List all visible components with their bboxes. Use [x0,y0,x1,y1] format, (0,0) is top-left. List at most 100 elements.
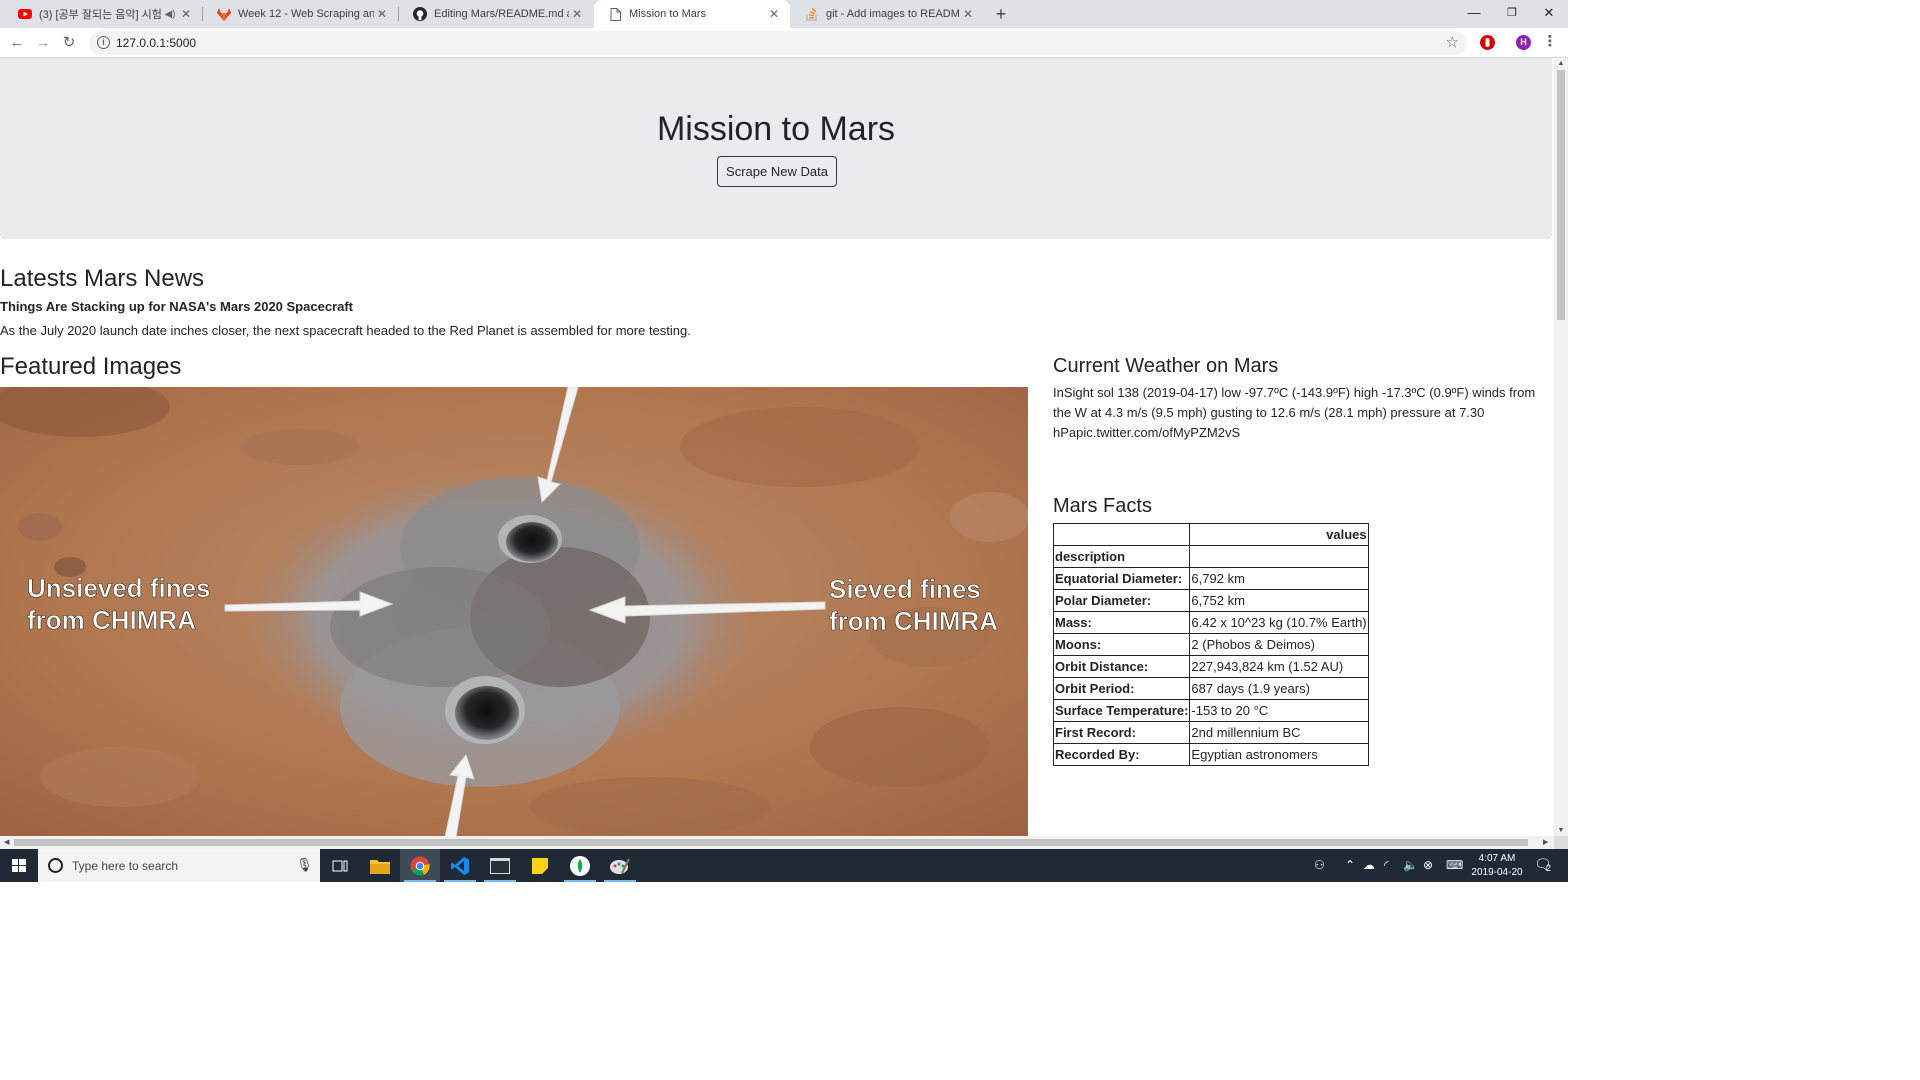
fact-value: 2 (Phobos & Deimos) [1189,633,1369,656]
profile-avatar[interactable]: H [1516,35,1531,50]
task-view-icon[interactable] [320,849,360,882]
page-icon [608,7,622,21]
onedrive-icon[interactable]: ☁ [1363,858,1375,872]
browser-tab-github[interactable]: Editing Mars/README.md at ma ✕ [399,0,593,28]
weather-text: InSight sol 138 (2019-04-17) low -97.7ºC… [1053,385,1536,440]
extension-icon[interactable] [1480,35,1495,50]
close-tab-icon[interactable]: ✕ [569,7,585,21]
fact-value: 2nd millennium BC [1189,721,1369,744]
facts-table: values description Equatorial Diameter: 6… [1052,523,1369,766]
fact-value: 6,792 km [1189,567,1369,590]
ime-icon[interactable]: ⌨ [1446,858,1463,872]
scroll-left-icon[interactable]: ◀ [4,836,9,849]
tab-title: Mission to Mars [629,8,707,20]
kebab-menu-icon[interactable]: ⋮ [1541,34,1559,50]
close-tab-icon[interactable]: ✕ [374,7,390,21]
browser-tab-mission-to-mars[interactable]: Mission to Mars ✕ [594,0,790,28]
minimize-icon[interactable]: — [1455,0,1493,28]
scroll-up-icon[interactable]: ▲ [1554,60,1568,67]
fact-value: 6,752 km [1189,589,1369,612]
featured-label-left-1: Unsieved fines [27,573,211,603]
scrape-new-data-button[interactable]: Scrape New Data [717,156,837,187]
terminal-icon[interactable] [480,849,520,882]
sticky-notes-icon[interactable] [520,849,560,882]
news-body: As the July 2020 launch date inches clos… [0,323,691,338]
search-placeholder[interactable]: Type here to search [72,859,178,873]
paint-icon[interactable] [600,849,640,882]
info-icon[interactable]: i [97,36,110,49]
cortana-icon [48,858,63,873]
reload-icon[interactable]: ↻ [58,32,80,54]
taskbar-search-box[interactable]: Type here to search 🎙 [38,849,320,882]
wifi-icon[interactable]: ◜ [1384,858,1389,872]
people-icon[interactable]: ⚇ [1314,858,1325,872]
browser-tab-gitlab[interactable]: Week 12 - Web Scraping and Do ✕ [203,0,398,28]
table-row: Surface Temperature: -153 to 20 °C [1052,699,1369,722]
new-tab-icon[interactable]: + [990,3,1012,25]
scrollbar-thumb[interactable] [14,839,1528,846]
chrome-icon[interactable] [400,849,440,882]
windows-start-icon[interactable] [0,849,38,882]
table-row: Equatorial Diameter: 6,792 km [1052,567,1369,590]
fact-value: 227,943,824 km (1.52 AU) [1189,655,1369,678]
url-text[interactable]: 127.0.0.1:5000 [116,36,196,50]
fact-value: 6.42 x 10^23 kg (10.7% Earth) [1189,611,1369,634]
security-icon[interactable]: ⊗ [1423,858,1433,872]
back-icon[interactable]: ← [6,32,28,54]
table-row: Moons: 2 (Phobos & Deimos) [1052,633,1369,656]
youtube-icon [18,7,32,21]
horizontal-scrollbar[interactable]: ◀ ▶ [0,836,1554,849]
close-tab-icon[interactable]: ✕ [178,7,194,21]
news-heading: Latests Mars News [0,265,205,292]
table-header-values: values [1189,523,1369,546]
fact-label: Mass: [1052,611,1191,634]
speaker-icon[interactable]: ◀) [162,9,178,20]
featured-label-right-2: from CHIMRA [829,606,998,636]
windows-taskbar: Type here to search 🎙 ⚇ ⌃ ☁ ◜ 🔈 ⊗ ⌨ 4:07… [0,849,1568,882]
browser-tab-stackoverflow[interactable]: git - Add images to README.md ✕ [791,0,984,28]
taskbar-clock[interactable]: 4:07 AM 2019-04-20 [1468,852,1526,880]
tab-title: Editing Mars/README.md at ma [434,8,569,20]
scrollbar-thumb[interactable] [1557,70,1565,320]
browser-tab-youtube[interactable]: (3) [공부 잘되는 음악] 시험 공 ◀) ✕ [4,0,202,28]
fact-label: Polar Diameter: [1052,589,1191,612]
bookmark-star-icon[interactable]: ☆ [1446,33,1459,51]
fact-label: Orbit Distance: [1052,655,1191,678]
stackoverflow-icon [805,7,819,21]
close-tab-icon[interactable]: ✕ [766,7,782,21]
clock-time: 4:07 AM [1478,853,1516,864]
file-explorer-icon[interactable] [360,849,400,882]
fact-label: Orbit Period: [1052,677,1191,700]
volume-icon[interactable]: 🔈 [1403,858,1418,872]
table-header-blank [1052,523,1191,546]
address-bar[interactable]: i 127.0.0.1:5000 ☆ [89,31,1467,55]
clock-date: 2019-04-20 [1471,867,1523,878]
vertical-scrollbar[interactable]: ▲ ▼ [1554,58,1568,836]
scroll-down-icon[interactable]: ▼ [1554,827,1568,834]
table-row: First Record: 2nd millennium BC [1052,721,1369,744]
fact-value: -153 to 20 °C [1189,699,1369,722]
fact-label: First Record: [1052,721,1191,744]
table-row: Mass: 6.42 x 10^23 kg (10.7% Earth) [1052,611,1369,634]
microphone-icon[interactable]: 🎙 [296,857,313,873]
github-icon [413,7,427,21]
tray-chevron-icon[interactable]: ⌃ [1345,858,1355,872]
mongodb-icon[interactable] [560,849,600,882]
fact-label: Equatorial Diameter: [1052,567,1191,590]
restore-icon[interactable]: ❐ [1493,0,1531,28]
fact-label: Surface Temperature: [1052,699,1191,722]
scroll-right-icon[interactable]: ▶ [1543,836,1548,849]
window-close-icon[interactable]: ✕ [1530,0,1568,28]
forward-icon[interactable]: → [32,32,54,54]
table-index-header: description [1052,545,1191,568]
browser-toolbar: ← → ↻ i 127.0.0.1:5000 ☆ H ⋮ [0,28,1568,58]
table-header-row: values [1052,523,1369,546]
tab-title: git - Add images to README.md [826,8,960,20]
news-title: Things Are Stacking up for NASA's Mars 2… [0,299,353,314]
vscode-icon[interactable] [440,849,480,882]
table-row: Polar Diameter: 6,752 km [1052,589,1369,612]
page-viewport: Mission to Mars Scrape New Data Latests … [0,58,1554,836]
weather-heading: Current Weather on Mars [1053,355,1279,377]
close-tab-icon[interactable]: ✕ [960,7,976,21]
fact-value: Egyptian astronomers [1189,743,1369,766]
